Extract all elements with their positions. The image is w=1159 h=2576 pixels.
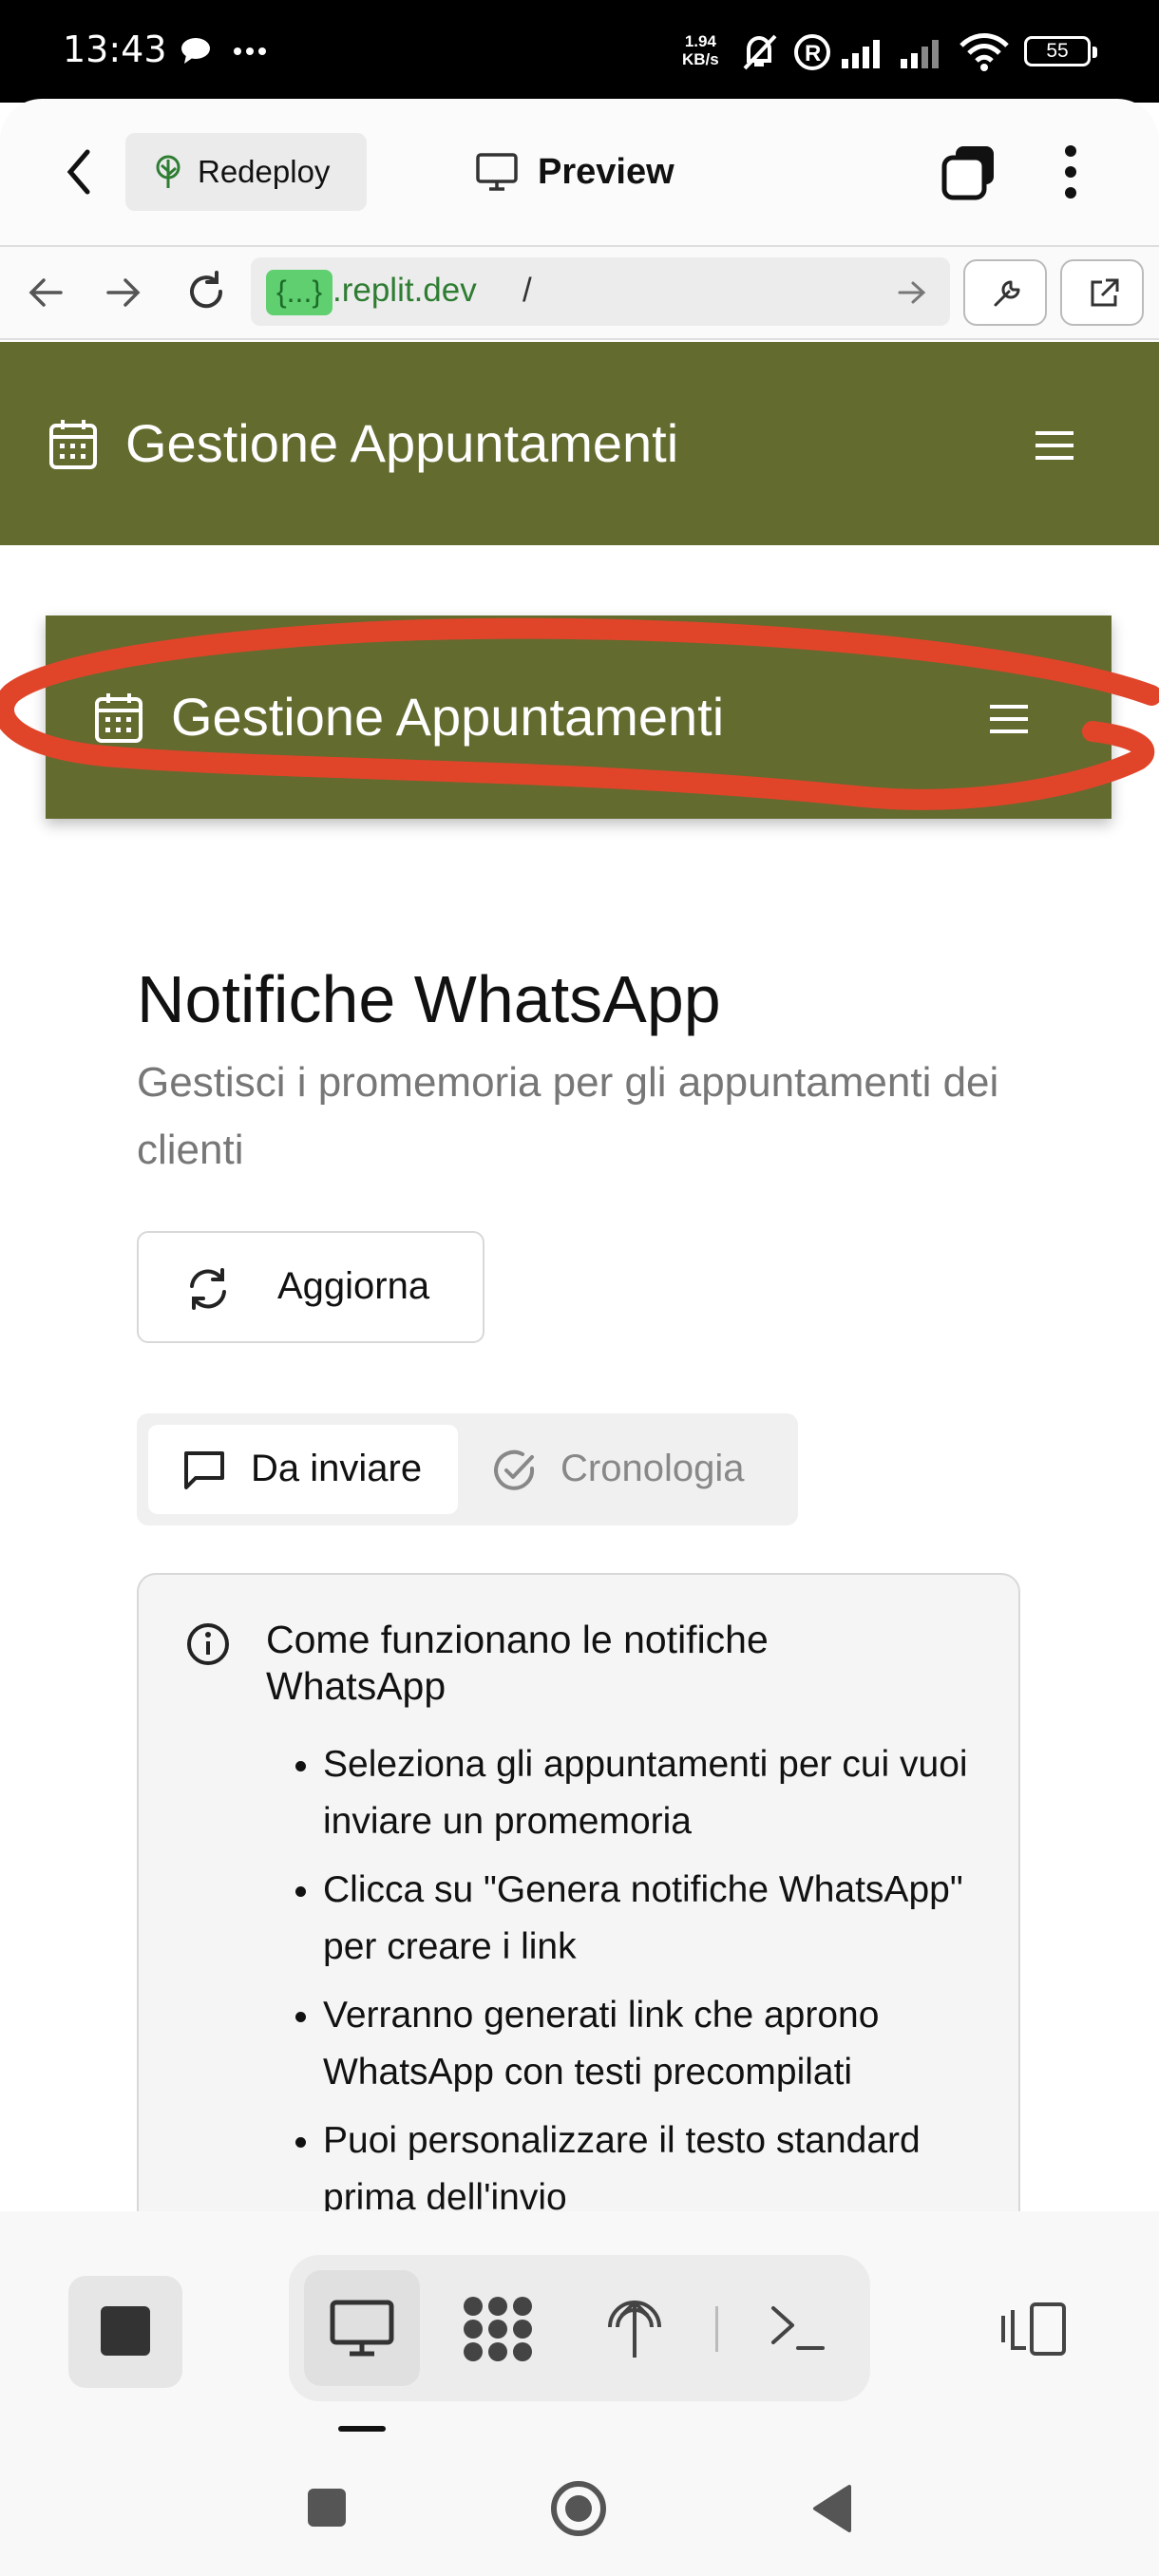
battery-indicator: 55 [1024,36,1097,66]
stop-icon [101,2306,150,2356]
monitor-icon [475,152,519,192]
monitor-icon [329,2299,395,2358]
calendar-icon [93,691,144,745]
more-icon[interactable] [1064,144,1077,199]
registered-icon: R [792,32,832,72]
devices-icon[interactable] [999,2301,1068,2358]
terminal-icon[interactable] [770,2302,826,2356]
mute-bell-icon [739,32,779,72]
signal-icon [842,36,891,68]
chat-icon [182,1449,226,1491]
back-icon[interactable] [63,148,95,196]
arrow-right-icon[interactable] [104,275,142,310]
workflow-icon[interactable] [462,2295,534,2363]
home-icon[interactable] [549,2479,608,2538]
deploy-icon[interactable] [604,2295,665,2361]
list-item: Clicca su "Genera notifiche WhatsApp" pe… [323,1862,1007,1976]
info-icon [186,1622,230,1666]
tabs-icon[interactable] [940,142,999,201]
hamburger-icon[interactable] [1036,431,1074,460]
list-item: Seleziona gli appuntamenti per cui vuoi … [323,1736,1007,1850]
hamburger-icon[interactable] [990,705,1028,733]
devtools-button[interactable] [963,259,1047,326]
tab-label: Cronologia [560,1448,745,1489]
info-title: Come funzionano le notifiche WhatsApp [266,1618,769,1708]
preview-label: Preview [538,152,674,192]
list-item: Verranno generati link che aprono WhatsA… [323,1987,1007,2101]
tab-da-inviare[interactable]: Da inviare [148,1425,458,1514]
svg-text:R: R [805,41,821,66]
page-title: Notifiche WhatsApp [137,962,721,1036]
redeploy-label: Redeploy [198,154,331,189]
net-speed: 1.94 KB/s [682,32,719,68]
wrench-icon [990,276,1024,311]
go-icon[interactable] [897,279,927,306]
refresh-button[interactable]: Aggiorna [137,1231,484,1343]
chat-bubble-icon [180,36,213,65]
tree-icon [152,154,184,190]
recents-icon[interactable] [306,2487,348,2529]
refresh-icon [186,1267,230,1311]
url-path: / [522,272,532,309]
active-tool-indicator [338,2426,386,2432]
tab-cronologia[interactable]: Cronologia [458,1425,781,1514]
calendar-icon [48,418,99,471]
status-bar: 13:43 1.94 KB/s R 55 [0,0,1159,103]
signal-2-icon [901,36,950,68]
status-time: 13:43 [63,28,167,70]
site-title: Gestione Appuntamenti [125,413,679,473]
arrow-left-icon[interactable] [27,275,65,310]
page-subtitle: Gestisci i promemoria per gli appuntamen… [137,1059,999,1173]
wifi-icon [960,32,1009,72]
refresh-label: Aggiorna [277,1265,430,1307]
inner-header: Gestione Appuntamenti [46,616,1112,819]
url-chip: {...} [266,270,332,315]
inner-title: Gestione Appuntamenti [171,687,725,747]
list-item: Puoi personalizzare il testo standard pr… [323,2112,1007,2226]
open-external-button[interactable] [1060,259,1144,326]
url-host: .replit.dev [332,272,477,309]
info-list: Seleziona gli appuntamenti per cui vuoi … [285,1736,1007,2238]
more-notifications-icon [234,47,266,55]
site-header: Gestione Appuntamenti [0,342,1159,545]
external-link-icon [1087,276,1121,311]
check-circle-icon [492,1448,538,1493]
reload-icon[interactable] [184,270,228,313]
tool-separator [715,2306,718,2352]
tab-label: Da inviare [251,1448,423,1489]
nav-back-icon[interactable] [809,2483,853,2534]
redeploy-button[interactable]: Redeploy [125,133,367,211]
